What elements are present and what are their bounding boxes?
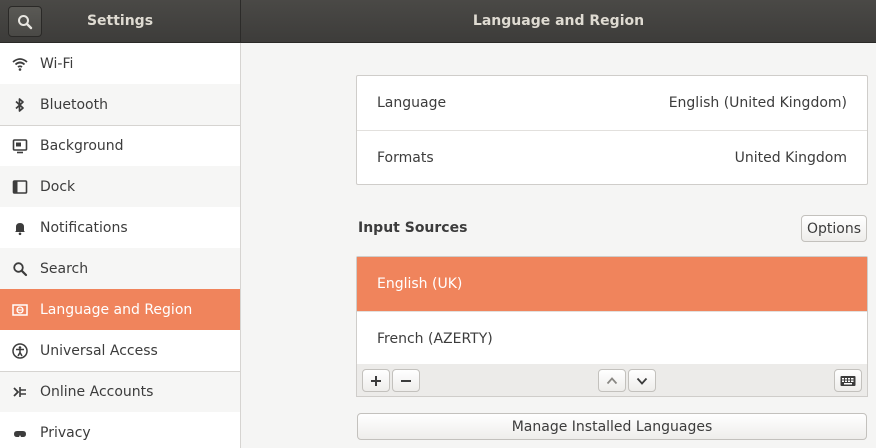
sidebar-item-label: Language and Region xyxy=(40,301,193,318)
background-icon xyxy=(11,137,29,155)
input-sources-list: English (UK) French (AZERTY) xyxy=(356,256,868,365)
sidebar-item-background[interactable]: Background xyxy=(0,125,240,166)
minus-icon xyxy=(401,379,411,382)
options-button[interactable]: Options xyxy=(801,215,867,242)
sidebar-item-label: Bluetooth xyxy=(40,96,108,113)
sidebar: Wi-Fi Bluetooth Background Dock Notifica… xyxy=(0,43,241,448)
language-icon xyxy=(11,301,29,319)
input-sources-title: Input Sources xyxy=(358,220,468,236)
keyboard-icon xyxy=(840,375,856,386)
bell-icon xyxy=(11,219,29,237)
sidebar-item-online-accounts[interactable]: Online Accounts xyxy=(0,371,240,412)
sidebar-item-label: Dock xyxy=(40,178,76,195)
formats-value: United Kingdom xyxy=(734,149,847,166)
sidebar-item-universal-access[interactable]: Universal Access xyxy=(0,330,240,371)
chevron-down-icon xyxy=(636,377,648,385)
sidebar-item-privacy[interactable]: Privacy xyxy=(0,412,240,448)
formats-label: Formats xyxy=(377,149,434,166)
main-panel: Language English (United Kingdom) Format… xyxy=(241,43,876,448)
dock-icon xyxy=(11,178,29,196)
move-up-button[interactable] xyxy=(598,369,626,392)
remove-input-source-button[interactable] xyxy=(392,369,420,392)
search-button[interactable] xyxy=(8,6,42,37)
sidebar-item-label: Privacy xyxy=(40,424,91,441)
input-source-label: French (AZERTY) xyxy=(377,330,493,347)
language-value: English (United Kingdom) xyxy=(668,95,847,111)
input-source-label: English (UK) xyxy=(377,276,463,292)
search-icon xyxy=(18,14,33,29)
sidebar-item-label: Universal Access xyxy=(40,342,158,359)
input-source-french-azerty[interactable]: French (AZERTY) xyxy=(357,311,867,365)
sidebar-header: Settings xyxy=(0,0,241,43)
page-header: Language and Region xyxy=(241,0,876,42)
keyboard-layout-button[interactable] xyxy=(834,369,862,392)
move-down-button[interactable] xyxy=(628,369,656,392)
chevron-up-icon xyxy=(606,376,618,384)
accessibility-icon xyxy=(11,342,29,360)
input-sources-toolbar xyxy=(356,364,868,397)
plus-icon xyxy=(371,375,381,386)
sidebar-item-notifications[interactable]: Notifications xyxy=(0,207,240,248)
sidebar-item-label: Wi-Fi xyxy=(40,55,74,72)
language-card: Language English (United Kingdom) Format… xyxy=(356,75,868,185)
formats-row[interactable]: Formats United Kingdom xyxy=(357,130,867,184)
sidebar-item-label: Online Accounts xyxy=(40,384,154,400)
manage-installed-languages-button[interactable]: Manage Installed Languages xyxy=(357,413,867,440)
input-source-english-uk[interactable]: English (UK) xyxy=(357,257,867,311)
sidebar-item-label: Search xyxy=(40,260,89,277)
sidebar-item-language-and-region[interactable]: Language and Region xyxy=(0,289,240,330)
online-accounts-icon xyxy=(11,383,29,401)
sidebar-item-wifi[interactable]: Wi-Fi xyxy=(0,43,240,84)
search-icon xyxy=(11,260,29,278)
add-input-source-button[interactable] xyxy=(362,369,390,392)
privacy-icon xyxy=(11,424,29,442)
header-bar: Settings Language and Region xyxy=(0,0,876,43)
language-label: Language xyxy=(377,95,447,111)
language-row[interactable]: Language English (United Kingdom) xyxy=(357,76,867,130)
sidebar-item-bluetooth[interactable]: Bluetooth xyxy=(0,84,240,125)
bluetooth-icon xyxy=(11,96,29,114)
sidebar-item-label: Background xyxy=(40,138,124,154)
sidebar-item-dock[interactable]: Dock xyxy=(0,166,240,207)
wifi-icon xyxy=(11,55,29,73)
sidebar-item-label: Notifications xyxy=(40,219,128,236)
page-title: Language and Region xyxy=(472,13,645,29)
sidebar-title: Settings xyxy=(86,13,154,29)
sidebar-item-search[interactable]: Search xyxy=(0,248,240,289)
